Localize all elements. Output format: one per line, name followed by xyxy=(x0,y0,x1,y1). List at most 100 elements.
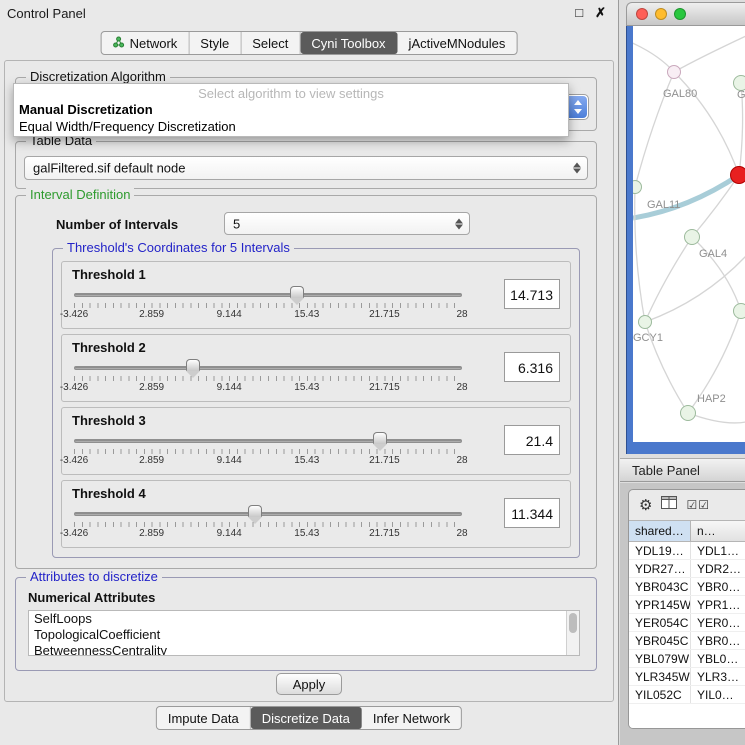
network-node-n1[interactable] xyxy=(667,65,681,79)
slider-tick-marks xyxy=(74,303,462,308)
cell-name: YBR0… xyxy=(691,578,745,595)
threshold-value-field[interactable]: 6.316 xyxy=(504,352,560,382)
table-row[interactable]: YDR27…YDR2… xyxy=(629,560,745,578)
threshold-slider[interactable]: -3.4262.8599.14415.4321.71528 xyxy=(74,359,462,397)
tab-discretize-data[interactable]: Discretize Data xyxy=(251,707,362,729)
cell-name: YBL0… xyxy=(691,650,745,667)
tick-label: -3.426 xyxy=(60,382,88,393)
slider-tick-marks xyxy=(74,376,462,381)
algorithm-option-manual-discretization[interactable]: Manual Discretization xyxy=(14,101,568,118)
node-label-hap2: HAP2 xyxy=(697,393,726,405)
network-canvas[interactable]: GAL80GAGAL11GAL4GCY1HAP2 xyxy=(633,26,745,442)
table-row[interactable]: YIL052CYIL0… xyxy=(629,686,745,704)
threshold-panel-1: Threshold 1-3.4262.8599.14415.4321.71528… xyxy=(61,261,571,329)
table-data-combobox[interactable]: galFiltered.sif default node xyxy=(24,156,588,180)
slider-track[interactable] xyxy=(74,293,462,297)
numerical-attributes-list[interactable]: SelfLoopsTopologicalCoefficientBetweenne… xyxy=(28,610,580,656)
tick-label: 2.859 xyxy=(139,455,164,466)
threshold-slider[interactable]: -3.4262.8599.14415.4321.71528 xyxy=(74,286,462,324)
network-node-n6[interactable] xyxy=(733,303,745,319)
table-panel-area: ⚙ ☑☑ shared… n… YDL19…YDL1…YDR27…YDR2…YB… xyxy=(620,483,745,745)
network-frame: GAL80GAGAL11GAL4GCY1HAP2 xyxy=(626,26,745,454)
tab-select[interactable]: Select xyxy=(241,32,300,54)
attribute-item-selfloops[interactable]: SelfLoops xyxy=(29,611,579,627)
scrollbar-thumb[interactable] xyxy=(569,613,577,633)
spinner-arrows-icon xyxy=(455,217,463,230)
attribute-item-topologicalcoefficient[interactable]: TopologicalCoefficient xyxy=(29,627,579,643)
control-panel-window: Control Panel □ ✗ NetworkStyleSelectCyni… xyxy=(0,0,619,745)
column-selector-icon[interactable] xyxy=(661,496,677,514)
network-icon xyxy=(113,36,125,51)
threshold-panel-4: Threshold 4-3.4262.8599.14415.4321.71528… xyxy=(61,480,571,548)
list-scrollbar[interactable] xyxy=(566,611,579,655)
threshold-slider[interactable]: -3.4262.8599.14415.4321.71528 xyxy=(74,432,462,470)
zoom-traffic-light[interactable] xyxy=(674,8,686,20)
combo-arrows-icon xyxy=(569,96,587,118)
tick-label: 2.859 xyxy=(139,309,164,320)
slider-track[interactable] xyxy=(74,366,462,370)
apply-button[interactable]: Apply xyxy=(276,673,342,695)
tab-network[interactable]: Network xyxy=(102,32,190,54)
tick-label: -3.426 xyxy=(60,309,88,320)
tick-label: 15.43 xyxy=(294,309,319,320)
tab-jactivemnodules[interactable]: jActiveMNodules xyxy=(398,32,517,54)
bottom-tab-bar: Impute DataDiscretize DataInfer Network xyxy=(156,706,462,730)
cell-shared-name: YER054C xyxy=(629,614,691,631)
minimize-traffic-light[interactable] xyxy=(655,8,667,20)
threshold-label: Threshold 3 xyxy=(72,413,146,428)
tab-label: Select xyxy=(252,36,288,51)
close-icon[interactable]: ✗ xyxy=(595,5,606,21)
network-node-n8[interactable] xyxy=(680,405,696,421)
slider-tick-labels: -3.4262.8599.14415.4321.71528 xyxy=(74,382,462,394)
network-node-n7[interactable] xyxy=(638,315,652,329)
threshold-label: Threshold 2 xyxy=(72,340,146,355)
slider-handle[interactable] xyxy=(290,286,304,298)
table-panel-header[interactable]: Table Panel xyxy=(620,458,745,482)
attribute-item-betweennesscentrality[interactable]: BetweennessCentrality xyxy=(29,643,579,656)
tab-infer-network[interactable]: Infer Network xyxy=(362,707,461,729)
threshold-slider[interactable]: -3.4262.8599.14415.4321.71528 xyxy=(74,505,462,543)
float-window-icon[interactable]: □ xyxy=(575,5,583,21)
threshold-value-field[interactable]: 14.713 xyxy=(504,279,560,309)
slider-handle[interactable] xyxy=(373,432,387,444)
table-toolbar: ⚙ ☑☑ xyxy=(629,490,745,520)
tick-label: 28 xyxy=(456,455,467,466)
table-row[interactable]: YBR045CYBR0… xyxy=(629,632,745,650)
select-rows-checkboxes-icon[interactable]: ☑☑ xyxy=(686,499,710,511)
node-label-gcy1: GCY1 xyxy=(633,332,663,344)
slider-handle[interactable] xyxy=(186,359,200,371)
close-traffic-light[interactable] xyxy=(636,8,648,20)
cell-shared-name: YBR045C xyxy=(629,632,691,649)
slider-track[interactable] xyxy=(74,439,462,443)
algorithm-option-equal-width-frequency-discretization[interactable]: Equal Width/Frequency Discretization xyxy=(14,118,568,135)
node-label-gal4: GAL4 xyxy=(699,248,727,260)
table-row[interactable]: YBL079WYBL0… xyxy=(629,650,745,668)
column-header-name[interactable]: n… xyxy=(691,521,745,541)
top-tab-bar: NetworkStyle Select Cyni ToolboxjActiveMNo… xyxy=(101,31,518,55)
tick-label: 21.715 xyxy=(369,382,400,393)
column-header-shared-name[interactable]: shared… xyxy=(629,521,691,541)
tick-label: 21.715 xyxy=(369,309,400,320)
table-row[interactable]: YDL19…YDL1… xyxy=(629,542,745,560)
slider-handle[interactable] xyxy=(248,505,262,517)
tab-impute-data[interactable]: Impute Data xyxy=(157,707,251,729)
cell-name: YDL1… xyxy=(691,542,745,559)
table-row[interactable]: YER054CYER0… xyxy=(629,614,745,632)
slider-track[interactable] xyxy=(74,512,462,516)
tab-style[interactable]: Style xyxy=(189,32,241,54)
threshold-value-field[interactable]: 21.4 xyxy=(504,425,560,455)
num-intervals-combobox[interactable]: 5 xyxy=(224,212,470,235)
network-window-titlebar[interactable] xyxy=(626,2,745,26)
settings-gear-icon[interactable]: ⚙ xyxy=(639,498,652,513)
network-node-n5[interactable] xyxy=(684,229,700,245)
table-row[interactable]: YPR145WYPR1… xyxy=(629,596,745,614)
algorithm-dropdown-popup: Select algorithm to view settings Manual… xyxy=(13,83,569,137)
table-row[interactable]: YLR345WYLR3… xyxy=(629,668,745,686)
tab-cyni-toolbox[interactable]: Cyni Toolbox xyxy=(300,32,397,54)
cell-shared-name: YPR145W xyxy=(629,596,691,613)
threshold-value-field[interactable]: 11.344 xyxy=(504,498,560,528)
network-node-n3[interactable] xyxy=(730,166,745,184)
tick-label: 15.43 xyxy=(294,528,319,539)
table-row[interactable]: YBR043CYBR0… xyxy=(629,578,745,596)
cell-shared-name: YLR345W xyxy=(629,668,691,685)
